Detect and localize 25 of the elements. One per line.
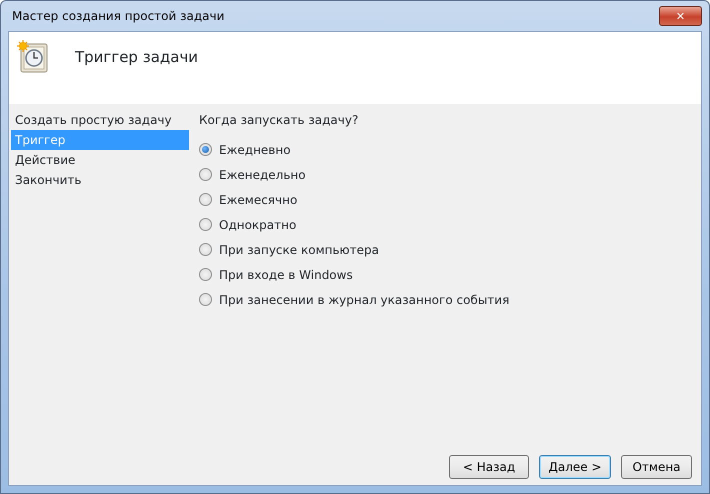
radio-button[interactable] [199,193,212,206]
close-button[interactable]: ✕ [659,6,702,26]
radio-button[interactable] [199,293,212,306]
wizard-step[interactable]: Создать простую задачу [11,110,189,130]
radio-button[interactable] [199,143,212,156]
radio-label[interactable]: Однократно [219,216,296,234]
dialog-button[interactable]: Отмена [621,455,692,479]
radio-button[interactable] [199,243,212,256]
clock-icon [17,40,49,74]
question-label: Когда запускать задачу? [199,112,360,129]
wizard-step[interactable]: Закончить [11,170,189,190]
dialog-button[interactable]: < Назад [449,455,529,479]
radio-label[interactable]: Ежедневно [219,140,291,158]
page-title: Триггер задачи [75,47,198,68]
radio-label[interactable]: При запуске компьютера [219,240,379,258]
radio-button[interactable] [199,168,212,181]
radio-label[interactable]: Еженедельно [219,166,306,184]
radio-label[interactable]: При занесении в журнал указанного события [219,290,510,308]
wizard-step[interactable]: Действие [11,150,189,170]
radio-button[interactable] [199,268,212,281]
radio-button[interactable] [199,218,212,231]
radio-label[interactable]: Ежемесячно [219,190,298,208]
dialog-button[interactable]: Далее > [539,455,611,479]
window-title: Мастер создания простой задачи [12,8,224,25]
radio-label[interactable]: При входе в Windows [219,266,353,284]
